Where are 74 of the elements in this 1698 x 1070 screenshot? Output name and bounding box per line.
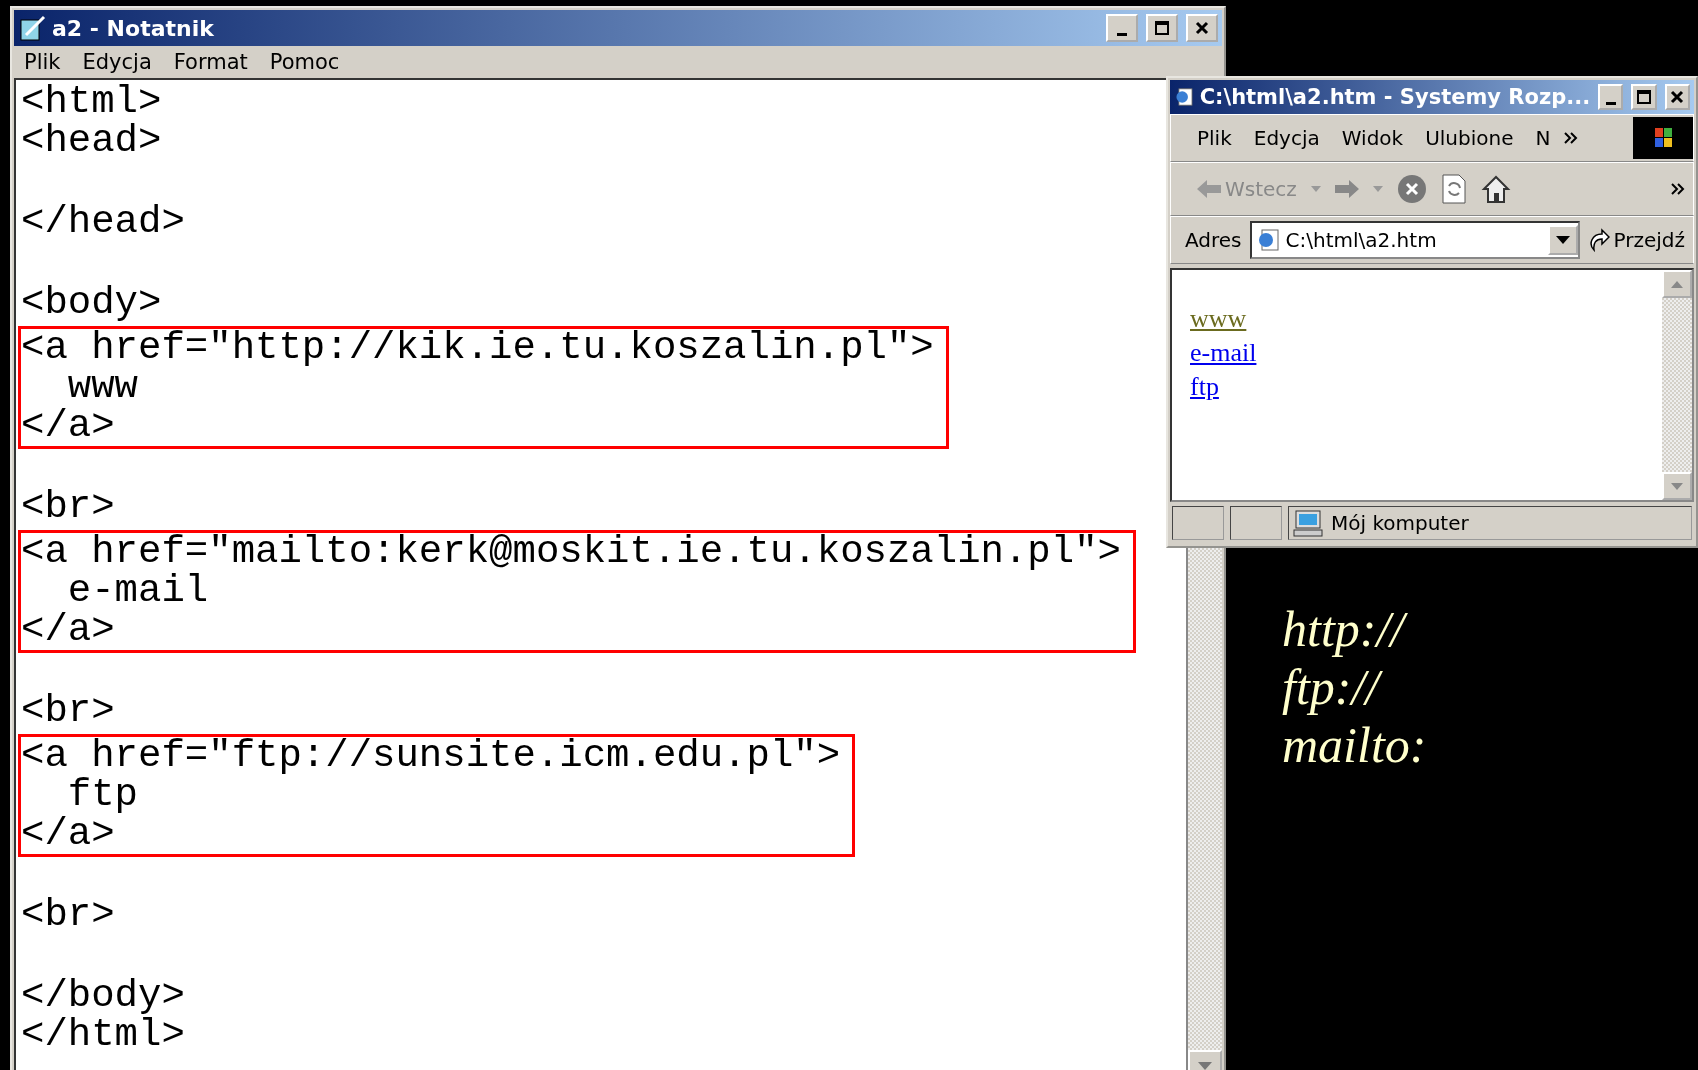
close-icon [1670,90,1685,104]
code-line: </html> [21,1016,186,1055]
chevron-icon [1564,132,1579,144]
menu-item[interactable]: Widok [1341,126,1404,150]
home-icon[interactable] [1480,174,1511,204]
chevron-icon [1671,183,1685,195]
slide-note: ftp:// [1282,658,1427,716]
dropdown-caret-icon [1555,236,1570,244]
computer-icon [1293,509,1323,537]
window-title: C:\html\a2.htm - Systemy Rozp... [1199,85,1591,109]
slide-note: http:// [1282,600,1427,658]
menu-item[interactable]: Pomoc [269,50,340,74]
code-line: </head> [21,203,186,242]
stop-icon[interactable] [1396,174,1427,204]
code-line: www [67,368,139,407]
windows-logo-icon [1633,117,1693,159]
close-button[interactable] [1186,14,1218,42]
page-link[interactable]: e-mail [1190,338,1257,368]
scroll-up-button[interactable] [1662,270,1692,298]
dropdown-caret-icon [1372,186,1383,192]
go-arrow-icon [1587,228,1610,252]
menu-item[interactable]: Edycja [1253,126,1320,150]
code-line: <a href="ftp://sunsite.icm.edu.pl"> [21,737,841,776]
close-button[interactable] [1664,84,1690,110]
status-text: Mój komputer [1331,511,1469,535]
minimize-icon [1117,32,1127,36]
code-line: <body> [21,284,163,323]
menu-item[interactable]: Edycja [82,50,152,74]
code-line: <a href="http://kik.ie.tu.koszalin.pl"> [21,329,934,368]
close-icon [1195,21,1209,35]
notepad-icon [18,15,46,41]
dropdown-caret-icon [1310,186,1321,192]
code-line: ftp [67,776,139,815]
down-arrow-icon [1671,482,1683,490]
code-line: <br> [21,692,116,731]
status-pane [1230,506,1282,540]
minimize-icon [1605,101,1616,105]
menu-item[interactable]: Format [173,50,248,74]
down-arrow-icon [1198,1062,1212,1070]
page-link[interactable]: ftp [1190,372,1219,402]
code-line: <html> [21,83,163,122]
go-button[interactable]: Przejdź [1587,228,1685,252]
browser-page-icon [1174,85,1194,109]
maximize-button[interactable] [1631,84,1657,110]
page-link[interactable]: www [1190,304,1247,334]
code-line: </body> [21,977,186,1016]
back-arrow-icon [1197,180,1221,198]
maximize-icon [1637,90,1652,104]
menu-item[interactable]: Plik [1197,126,1232,150]
menu-item[interactable]: Ulubione [1425,126,1514,150]
maximize-icon [1155,21,1169,35]
menu-item[interactable]: Plik [24,50,61,74]
code-line: </a> [21,611,116,650]
minimize-button[interactable] [1106,14,1138,42]
status-pane [1172,506,1224,540]
scrollbar[interactable] [1662,270,1692,500]
address-label: Adres [1185,228,1242,252]
menu-item[interactable]: N [1535,126,1551,150]
code-line: <head> [21,122,163,161]
window-title: a2 - Notatnik [52,15,215,41]
code-line: <a href="mailto:kerk@moskit.ie.tu.koszalin.pl"> [21,533,1121,572]
address-field[interactable]: C:\html\a2.htm [1249,221,1580,259]
code-line: <br> [21,488,116,527]
maximize-button[interactable] [1146,14,1178,42]
refresh-icon[interactable] [1440,174,1467,204]
code-line: </a> [21,815,115,854]
scroll-down-button[interactable] [1662,472,1692,500]
code-line: </a> [21,407,116,446]
slide-note: mailto: [1282,716,1427,774]
up-arrow-icon [1671,280,1683,288]
code-line: e-mail [67,572,209,611]
dropdown-button[interactable] [1547,225,1578,255]
minimize-button[interactable] [1598,84,1624,110]
code-line: <br> [21,896,116,935]
